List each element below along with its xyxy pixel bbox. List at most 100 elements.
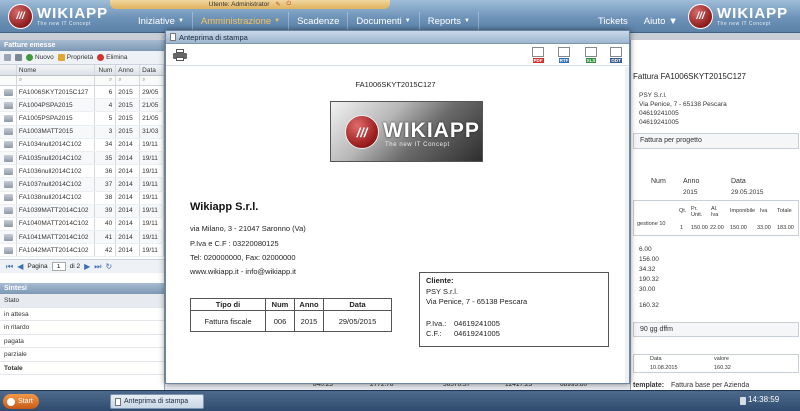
print-button[interactable] [15, 54, 22, 61]
invoice-icon [4, 88, 14, 96]
lines-table: Qt. Pr. Unit. Al. Iva Imponibile Iva Tot… [633, 200, 799, 236]
cell-data: 19/11 [140, 191, 164, 204]
tray-icon[interactable] [740, 397, 746, 405]
filter-num[interactable]: ⌕ [95, 76, 117, 85]
table-row[interactable]: FA1003MATT2015 3 2015 31/03 [0, 125, 164, 139]
print-preview-window[interactable]: Anteprima di stampa PDF RTF XLS ODT FA10… [165, 30, 630, 384]
next-page-icon[interactable]: ▶ [84, 262, 90, 271]
col-nome[interactable]: Nome [17, 65, 96, 75]
reload-icon[interactable]: ↻ [105, 262, 112, 271]
menu-aiuto[interactable]: Aiuto ▼ [636, 12, 686, 30]
chevron-down-icon: ▼ [177, 18, 184, 24]
sintesi-row: in attesa [0, 308, 164, 322]
invoice-icon [4, 220, 14, 228]
last-page-icon[interactable]: ⏭ [94, 262, 101, 272]
chevron-down-icon: ▼ [274, 18, 281, 24]
col-anno[interactable]: Anno [116, 65, 141, 75]
taskbar-item-print-preview[interactable]: Anteprima di stampa [110, 394, 204, 409]
table-row[interactable]: FA1038null2014C102 38 2014 19/11 [0, 191, 164, 205]
invoice-icon [4, 246, 14, 254]
properties-button[interactable]: Proprietà [57, 54, 93, 61]
document-icon [115, 397, 121, 406]
export-pdf-button[interactable]: PDF [531, 47, 545, 63]
modal-title-bar[interactable]: Anteprima di stampa [166, 31, 629, 44]
menu-iniziative[interactable]: Iniziative ▼ [130, 12, 193, 30]
table-row[interactable]: FA1005PSPA2015 5 2015 21/05 [0, 112, 164, 126]
clock: 14:38:59 [748, 395, 780, 404]
export-odt-button[interactable]: ODT [609, 47, 623, 63]
refresh-button[interactable] [4, 54, 11, 61]
menu-documenti[interactable]: Documenti ▼ [348, 12, 420, 30]
filter-anno[interactable]: ⌕ [116, 76, 141, 85]
table-row[interactable]: FA1035null2014C102 35 2014 19/11 [0, 151, 164, 166]
table-row[interactable]: FA1036null2014C102 36 2014 19/11 [0, 165, 164, 179]
export-rtf-button[interactable]: RTF [557, 47, 571, 63]
plus-icon [26, 54, 33, 61]
filter-nome[interactable]: ⌕ [17, 76, 96, 85]
table-row[interactable]: FA1042MATT2014C102 42 2014 19/11 [0, 244, 164, 258]
cell-num: 3 [95, 125, 117, 138]
col-data[interactable]: Data [140, 65, 164, 75]
cell-num: 35 [95, 151, 117, 165]
cell-name: FA1005PSPA2015 [17, 112, 96, 125]
menu-amministrazione[interactable]: Amministrazione ▼ [193, 12, 290, 30]
filter-data[interactable]: ⌕ [140, 76, 164, 85]
modal-title: Anteprima di stampa [179, 32, 248, 42]
table-row[interactable]: FA1034null2014C102 34 2014 19/11 [0, 138, 164, 152]
table-row[interactable]: FA1037null2014C102 37 2014 19/11 [0, 178, 164, 192]
company-web: www.wikiapp.it - info@wikiapp.it [190, 267, 296, 276]
cell-data: 19/11 [140, 138, 164, 151]
document-preview: FA1006SKYT2015C127 /// WIKIAPP The new I… [173, 67, 618, 411]
export-xls-button[interactable]: XLS [584, 47, 598, 63]
cell-num: 42 [95, 244, 117, 257]
first-page-icon[interactable]: ⏮ [6, 262, 13, 272]
taskbar: Start Anteprima di stampa 14:38:59 [0, 390, 800, 411]
grid-body: FA1006SKYT2015C127 6 2015 29/05 FA1004PSPA20… [0, 86, 164, 258]
prev-page-icon[interactable]: ◀ [17, 262, 23, 271]
table-row[interactable]: FA1039MATT2014C102 39 2014 19/11 [0, 204, 164, 218]
cell-name: FA1003MATT2015 [17, 125, 96, 138]
cell-anno: 2014 [116, 151, 141, 165]
logo-brand: WIKIAPP [37, 5, 109, 22]
cell-data: 19/11 [140, 165, 164, 178]
payment-terms-box: 90 gg dffm [633, 322, 799, 337]
start-button[interactable]: Start [3, 394, 39, 409]
app-logo[interactable]: /// WIKIAPP The new IT Concept [8, 3, 116, 30]
company-name: Wikiapp S.r.l. [190, 201, 259, 213]
new-button[interactable]: Nuovo [26, 54, 54, 61]
chevron-down-icon: ▼ [404, 18, 411, 24]
table-row[interactable]: FA1006SKYT2015C127 6 2015 29/05 [0, 86, 164, 100]
col-num[interactable]: Num [95, 65, 117, 75]
client-box: Cliente: PSY S.r.l. Via Penice, 7 - 6513… [419, 272, 609, 347]
sintesi-header: Stato [0, 294, 164, 308]
invoice-icon [4, 141, 14, 149]
invoice-icon [4, 233, 14, 241]
cell-num: 5 [95, 112, 117, 125]
company-logo: /// WIKIAPP The new IT Concept [330, 101, 483, 162]
preview-scrollbar[interactable] [625, 67, 629, 383]
menu-reports[interactable]: Reports ▼ [420, 12, 479, 30]
cell-num: 34 [95, 138, 117, 151]
refresh-icon [4, 54, 11, 61]
cell-anno: 2014 [116, 217, 141, 231]
print-icon[interactable] [173, 49, 187, 61]
table-row[interactable]: FA1040MATT2014C102 40 2014 19/11 [0, 217, 164, 232]
cell-name: FA1004PSPA2015 [17, 99, 96, 112]
menu-tickets[interactable]: Tickets [590, 12, 636, 30]
settings-icon[interactable]: ✎ [275, 1, 280, 8]
cell-num: 37 [95, 178, 117, 191]
print-icon [15, 54, 22, 61]
page-input[interactable] [51, 262, 66, 272]
cell-data: 21/05 [140, 99, 164, 112]
cell-num: 38 [95, 191, 117, 204]
table-row[interactable]: FA1041MATT2014C102 41 2014 19/11 [0, 231, 164, 245]
table-row[interactable]: FA1004PSPA2015 4 2015 21/05 [0, 99, 164, 113]
menu-scadenze[interactable]: Scadenze [289, 12, 349, 30]
delete-button[interactable]: Elimina [97, 54, 127, 61]
invoice-meta-table: Tipo di Num Anno Data Fattura fiscale 00… [190, 298, 392, 332]
cell-name: FA1035null2014C102 [17, 151, 96, 165]
invoice-list-panel: Fatture emesse Nuovo Proprietà Elimina N… [0, 40, 165, 390]
cell-data: 19/11 [140, 244, 164, 257]
power-icon[interactable]: ⏻ [286, 1, 291, 8]
cell-num: 39 [95, 204, 117, 217]
